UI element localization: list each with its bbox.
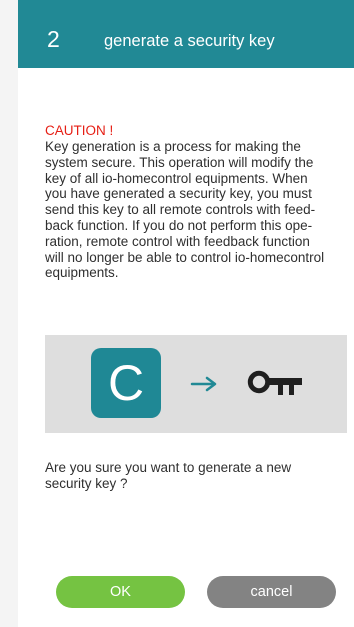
app-icon: C	[91, 348, 161, 418]
step-number: 2	[47, 26, 60, 52]
arrow-icon	[190, 376, 217, 392]
key-generation-illustration: C	[45, 335, 347, 433]
content-panel	[18, 0, 354, 627]
caution-message: Key generation is a process for making t…	[45, 139, 325, 281]
page-title: generate a security key	[104, 32, 275, 50]
step-header: 2 generate a security key	[18, 0, 354, 68]
cancel-button[interactable]: cancel	[207, 576, 336, 608]
key-icon	[247, 370, 302, 395]
ok-button[interactable]: OK	[56, 576, 185, 608]
app-letter: C	[107, 355, 145, 411]
confirmation-question: Are you sure you want to generate a new …	[45, 460, 292, 491]
caution-title: CAUTION !	[45, 123, 114, 138]
